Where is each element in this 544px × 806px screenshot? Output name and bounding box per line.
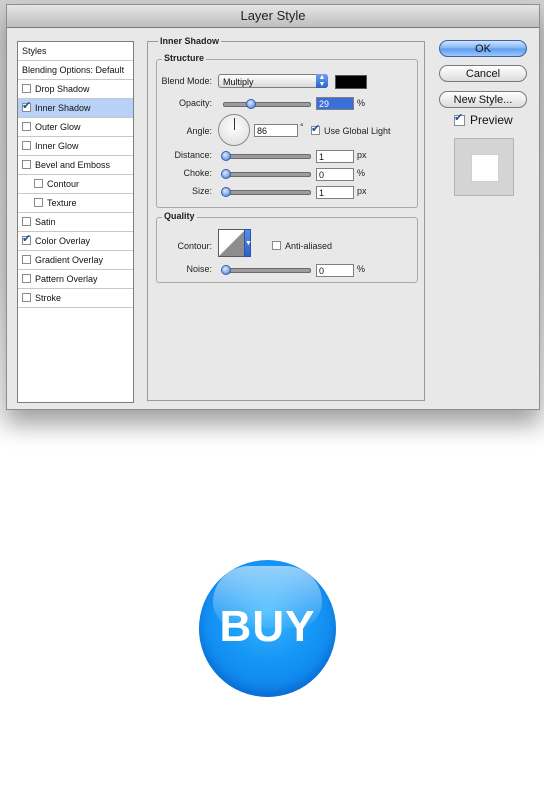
styles-list-item-contour[interactable]: Contour — [18, 175, 133, 194]
checkbox[interactable] — [22, 99, 31, 113]
styles-list-item-stroke[interactable]: Stroke — [18, 289, 133, 308]
noise-slider-knob[interactable] — [221, 265, 231, 275]
checkbox[interactable] — [22, 232, 31, 246]
buy-label: BUY — [219, 602, 316, 651]
window-title: Layer Style — [7, 5, 539, 28]
checkbox[interactable] — [34, 179, 43, 188]
choke-field[interactable]: 0 — [316, 168, 354, 181]
new-style-button[interactable]: New Style... — [439, 91, 527, 108]
inner-shadow-panel: Inner Shadow Structure Blend Mode: Multi… — [147, 36, 425, 401]
styles-list-item-styles[interactable]: Styles — [18, 42, 133, 61]
opacity-slider-knob[interactable] — [246, 99, 256, 109]
checkbox[interactable] — [22, 141, 31, 150]
distance-unit: px — [357, 150, 367, 160]
list-item-label: Contour — [47, 179, 80, 189]
styles-list-item-satin[interactable]: Satin — [18, 213, 133, 232]
use-global-light-label: Use Global Light — [324, 126, 391, 136]
angle-needle — [234, 118, 235, 130]
styles-list-item-outer-glow[interactable]: Outer Glow — [18, 118, 133, 137]
styles-list-item-drop-shadow[interactable]: Drop Shadow — [18, 80, 133, 99]
checkbox[interactable] — [22, 84, 31, 93]
cancel-button[interactable]: Cancel — [439, 65, 527, 82]
contour-picker[interactable] — [218, 229, 246, 257]
choke-slider-knob[interactable] — [221, 169, 231, 179]
checkbox[interactable] — [22, 255, 31, 264]
choke-label: Choke: — [183, 168, 212, 178]
preview-thumbnail — [454, 138, 514, 196]
angle-unit: ° — [300, 122, 304, 132]
distance-field[interactable]: 1 — [316, 150, 354, 163]
list-item-label: Texture — [47, 198, 77, 208]
choke-unit: % — [357, 168, 366, 178]
ok-button[interactable]: OK — [439, 40, 527, 57]
buy-button[interactable]: BUY — [199, 560, 336, 697]
list-item-label: Drop Shadow — [35, 84, 90, 94]
chevron-down-icon[interactable]: ▼ — [244, 229, 252, 257]
blend-mode-value: Multiply — [223, 77, 254, 87]
preview-checkbox[interactable] — [454, 111, 465, 126]
styles-list-item-color-overlay[interactable]: Color Overlay — [18, 232, 133, 251]
contour-label: Contour: — [177, 241, 212, 251]
angle-field[interactable]: 86 — [254, 124, 298, 137]
list-item-label: Satin — [35, 217, 56, 227]
layer-style-dialog: Layer Style Styles Blending Options: Def… — [6, 4, 540, 410]
preview-swatch — [471, 154, 499, 182]
styles-list-item-gradient-overlay[interactable]: Gradient Overlay — [18, 251, 133, 270]
list-item-label: Blending Options: Default — [22, 65, 125, 75]
size-field[interactable]: 1 — [316, 186, 354, 199]
preview-label: Preview — [470, 113, 513, 127]
anti-aliased-checkbox[interactable] — [272, 241, 281, 250]
size-label: Size: — [191, 186, 212, 196]
distance-slider-knob[interactable] — [221, 151, 231, 161]
styles-list: Styles Blending Options: Default Drop Sh… — [17, 41, 134, 403]
distance-label: Distance: — [174, 150, 212, 160]
structure-title: Structure — [162, 53, 207, 63]
checkbox[interactable] — [22, 274, 31, 283]
list-item-label: Styles — [22, 46, 47, 56]
noise-unit: % — [357, 264, 366, 274]
checkbox[interactable] — [34, 198, 43, 207]
styles-list-item-inner-glow[interactable]: Inner Glow — [18, 137, 133, 156]
checkbox[interactable] — [22, 217, 31, 226]
quality-title: Quality — [162, 211, 197, 221]
blend-mode-select[interactable]: Multiply ▲ ▼ — [218, 74, 328, 88]
list-item-label: Bevel and Emboss — [35, 160, 111, 170]
list-item-label: Pattern Overlay — [35, 274, 98, 284]
styles-list-item-blending-options[interactable]: Blending Options: Default — [18, 61, 133, 80]
checkbox[interactable] — [22, 122, 31, 131]
angle-dial[interactable] — [218, 114, 250, 146]
noise-field[interactable]: 0 — [316, 264, 354, 277]
opacity-field[interactable]: 29 — [316, 97, 354, 110]
use-global-light-checkbox[interactable] — [311, 122, 320, 136]
checkbox[interactable] — [22, 293, 31, 302]
anti-aliased-label: Anti-aliased — [285, 241, 333, 251]
list-item-label: Outer Glow — [35, 122, 81, 132]
distance-slider[interactable] — [223, 154, 311, 159]
opacity-label: Opacity: — [178, 98, 212, 108]
opacity-unit: % — [357, 98, 366, 108]
styles-list-item-pattern-overlay[interactable]: Pattern Overlay — [18, 270, 133, 289]
list-item-label: Gradient Overlay — [35, 255, 104, 265]
styles-list-item-inner-shadow[interactable]: Inner Shadow — [18, 99, 133, 118]
noise-slider[interactable] — [223, 268, 311, 273]
styles-list-item-bevel-emboss[interactable]: Bevel and Emboss — [18, 156, 133, 175]
angle-label: Angle: — [186, 126, 212, 136]
size-slider[interactable] — [223, 190, 311, 195]
list-item-label: Color Overlay — [35, 236, 91, 246]
panel-title: Inner Shadow — [158, 36, 222, 46]
chevron-updown-icon: ▲ ▼ — [316, 74, 328, 88]
blend-mode-label: Blend Mode: — [161, 76, 212, 86]
styles-list-item-texture[interactable]: Texture — [18, 194, 133, 213]
list-item-label: Inner Glow — [35, 141, 79, 151]
size-slider-knob[interactable] — [221, 187, 231, 197]
checkbox[interactable] — [22, 160, 31, 169]
contour-preview-icon — [219, 230, 245, 256]
opacity-slider[interactable] — [223, 102, 311, 107]
choke-slider[interactable] — [223, 172, 311, 177]
noise-label: Noise: — [186, 264, 212, 274]
list-item-label: Stroke — [35, 293, 62, 303]
list-item-label: Inner Shadow — [35, 103, 91, 113]
blend-color-swatch[interactable] — [335, 75, 367, 89]
size-unit: px — [357, 186, 367, 196]
